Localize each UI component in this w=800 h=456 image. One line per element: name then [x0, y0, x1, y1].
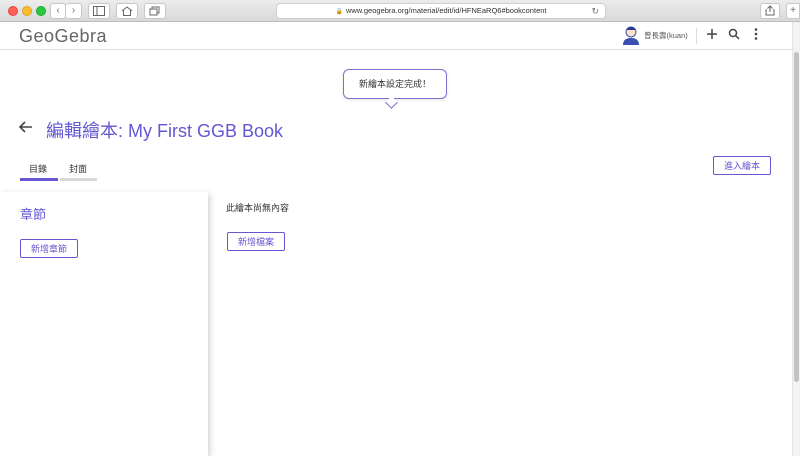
address-bar[interactable]: 🔒 www.geogebra.org/material/edit/id/HFNEa… — [276, 3, 606, 19]
add-icon[interactable] — [704, 25, 720, 43]
app-header: GeoGebra 曾長壽(kuan) — [0, 22, 792, 50]
page-title: 編輯繪本: My First GGB Book — [46, 121, 284, 141]
search-icon[interactable] — [726, 25, 742, 43]
add-chapter-button[interactable]: 新增章節 — [20, 239, 78, 258]
chapters-heading: 章節 — [20, 207, 47, 222]
plus-icon: + — [790, 5, 796, 16]
sidebar-icon — [93, 6, 105, 16]
header-divider — [696, 28, 697, 44]
back-arrow-icon[interactable] — [18, 118, 34, 139]
browser-toolbar: ‹ › 🔒 www.geogebra.org/material/edit/id/H… — [0, 0, 800, 22]
tab-inactive-indicator — [60, 178, 97, 181]
more-menu-icon[interactable] — [748, 25, 764, 43]
empty-book-message: 此繪本尚無內容 — [226, 203, 290, 213]
enter-book-button[interactable]: 進入繪本 — [713, 156, 771, 175]
minimize-window-button[interactable] — [22, 6, 32, 16]
tab-contents[interactable]: 目錄 — [29, 162, 47, 175]
reload-icon[interactable]: ↻ — [591, 4, 599, 18]
home-button[interactable] — [116, 3, 138, 19]
share-button[interactable] — [760, 3, 780, 19]
toast-message: 新繪本設定完成！ — [343, 69, 447, 99]
tab-active-indicator — [20, 178, 58, 181]
home-icon — [121, 6, 133, 16]
page-scrollbar[interactable] — [792, 22, 800, 456]
tabs-overview-button[interactable] — [144, 3, 166, 19]
scrollbar-thumb[interactable] — [794, 52, 799, 382]
user-name: 曾長壽(kuan) — [644, 30, 688, 40]
url-text: www.geogebra.org/material/edit/id/HFNEaR… — [345, 6, 547, 15]
share-icon — [765, 5, 775, 16]
tabs-icon — [149, 6, 160, 16]
geogebra-logo[interactable]: GeoGebra — [19, 26, 107, 47]
sidebar-toggle-button[interactable] — [88, 3, 110, 19]
new-tab-button[interactable]: + — [786, 3, 800, 19]
lock-icon: 🔒 — [335, 9, 343, 15]
close-window-button[interactable] — [8, 6, 18, 16]
user-menu[interactable]: 曾長壽(kuan) — [622, 25, 688, 45]
chapters-panel — [0, 192, 208, 456]
forward-nav-button[interactable]: › — [66, 3, 82, 19]
back-nav-button[interactable]: ‹ — [50, 3, 66, 19]
add-file-button[interactable]: 新增檔案 — [227, 232, 285, 251]
avatar — [623, 26, 639, 45]
tab-cover[interactable]: 封面 — [69, 162, 87, 175]
zoom-window-button[interactable] — [36, 6, 46, 16]
